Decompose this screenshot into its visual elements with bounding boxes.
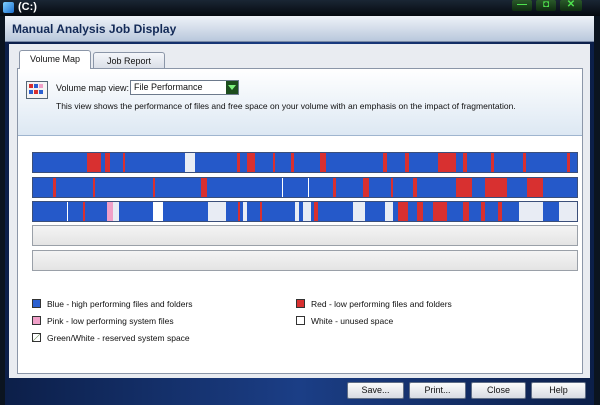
legend-white: White - unused space <box>296 316 496 328</box>
legend-white-label: White - unused space <box>311 316 394 326</box>
volume-map-panel: Volume map view: File Performance This v… <box>17 68 583 374</box>
legend-blue-label: Blue - high performing files and folders <box>47 299 193 309</box>
volume-map-row-1 <box>32 152 578 173</box>
window-title: (C:) <box>18 1 37 13</box>
dialog-title: Manual Analysis Job Display <box>12 22 177 36</box>
swatch-red <box>296 299 305 308</box>
app-icon <box>3 2 14 13</box>
legend-pink-label: Pink - low performing system files <box>47 316 174 326</box>
view-description: This view shows the performance of files… <box>56 101 516 111</box>
volume-map-row-5 <box>32 250 578 271</box>
chevron-down-icon[interactable] <box>226 81 238 94</box>
swatch-blue <box>32 299 41 308</box>
map-view-label: Volume map view: <box>56 83 130 93</box>
save-button[interactable]: Save... <box>347 382 404 399</box>
help-button[interactable]: Help <box>531 382 586 399</box>
analysis-dialog: Manual Analysis Job Display Volume Map J… <box>5 16 594 405</box>
dialog-header: Manual Analysis Job Display <box>5 16 594 42</box>
volume-map-row-3 <box>32 201 578 222</box>
volume-map-row-4 <box>32 225 578 246</box>
legend-pink: Pink - low performing system files <box>32 316 232 328</box>
window-titlebar: (C:) — ◘ ✕ <box>0 0 600 16</box>
volume-map-icon <box>26 81 48 99</box>
legend-green-label: Green/White - reserved system space <box>47 333 190 343</box>
view-header: Volume map view: File Performance This v… <box>18 69 582 136</box>
map-view-select[interactable]: File Performance <box>130 80 239 95</box>
legend-green: Green/White - reserved system space <box>32 333 232 345</box>
close-button[interactable]: Close <box>471 382 526 399</box>
maximize-button[interactable]: ◘ <box>536 0 556 11</box>
close-window-button[interactable]: ✕ <box>560 0 582 11</box>
tab-job-report[interactable]: Job Report <box>93 52 165 69</box>
print-button[interactable]: Print... <box>409 382 466 399</box>
minimize-button[interactable]: — <box>512 0 532 11</box>
map-view-selected: File Performance <box>134 82 203 92</box>
dialog-content: Volume Map Job Report Volume map view: F… <box>9 44 590 378</box>
legend-red: Red - low performing files and folders <box>296 299 496 311</box>
swatch-green <box>32 333 41 342</box>
legend-blue: Blue - high performing files and folders <box>32 299 232 311</box>
swatch-pink <box>32 316 41 325</box>
swatch-white <box>296 316 305 325</box>
legend-red-label: Red - low performing files and folders <box>311 299 452 309</box>
dialog-footer: Save... Print... Close Help <box>5 378 594 405</box>
tab-volume-map[interactable]: Volume Map <box>19 50 91 69</box>
volume-map-row-2 <box>32 177 578 198</box>
